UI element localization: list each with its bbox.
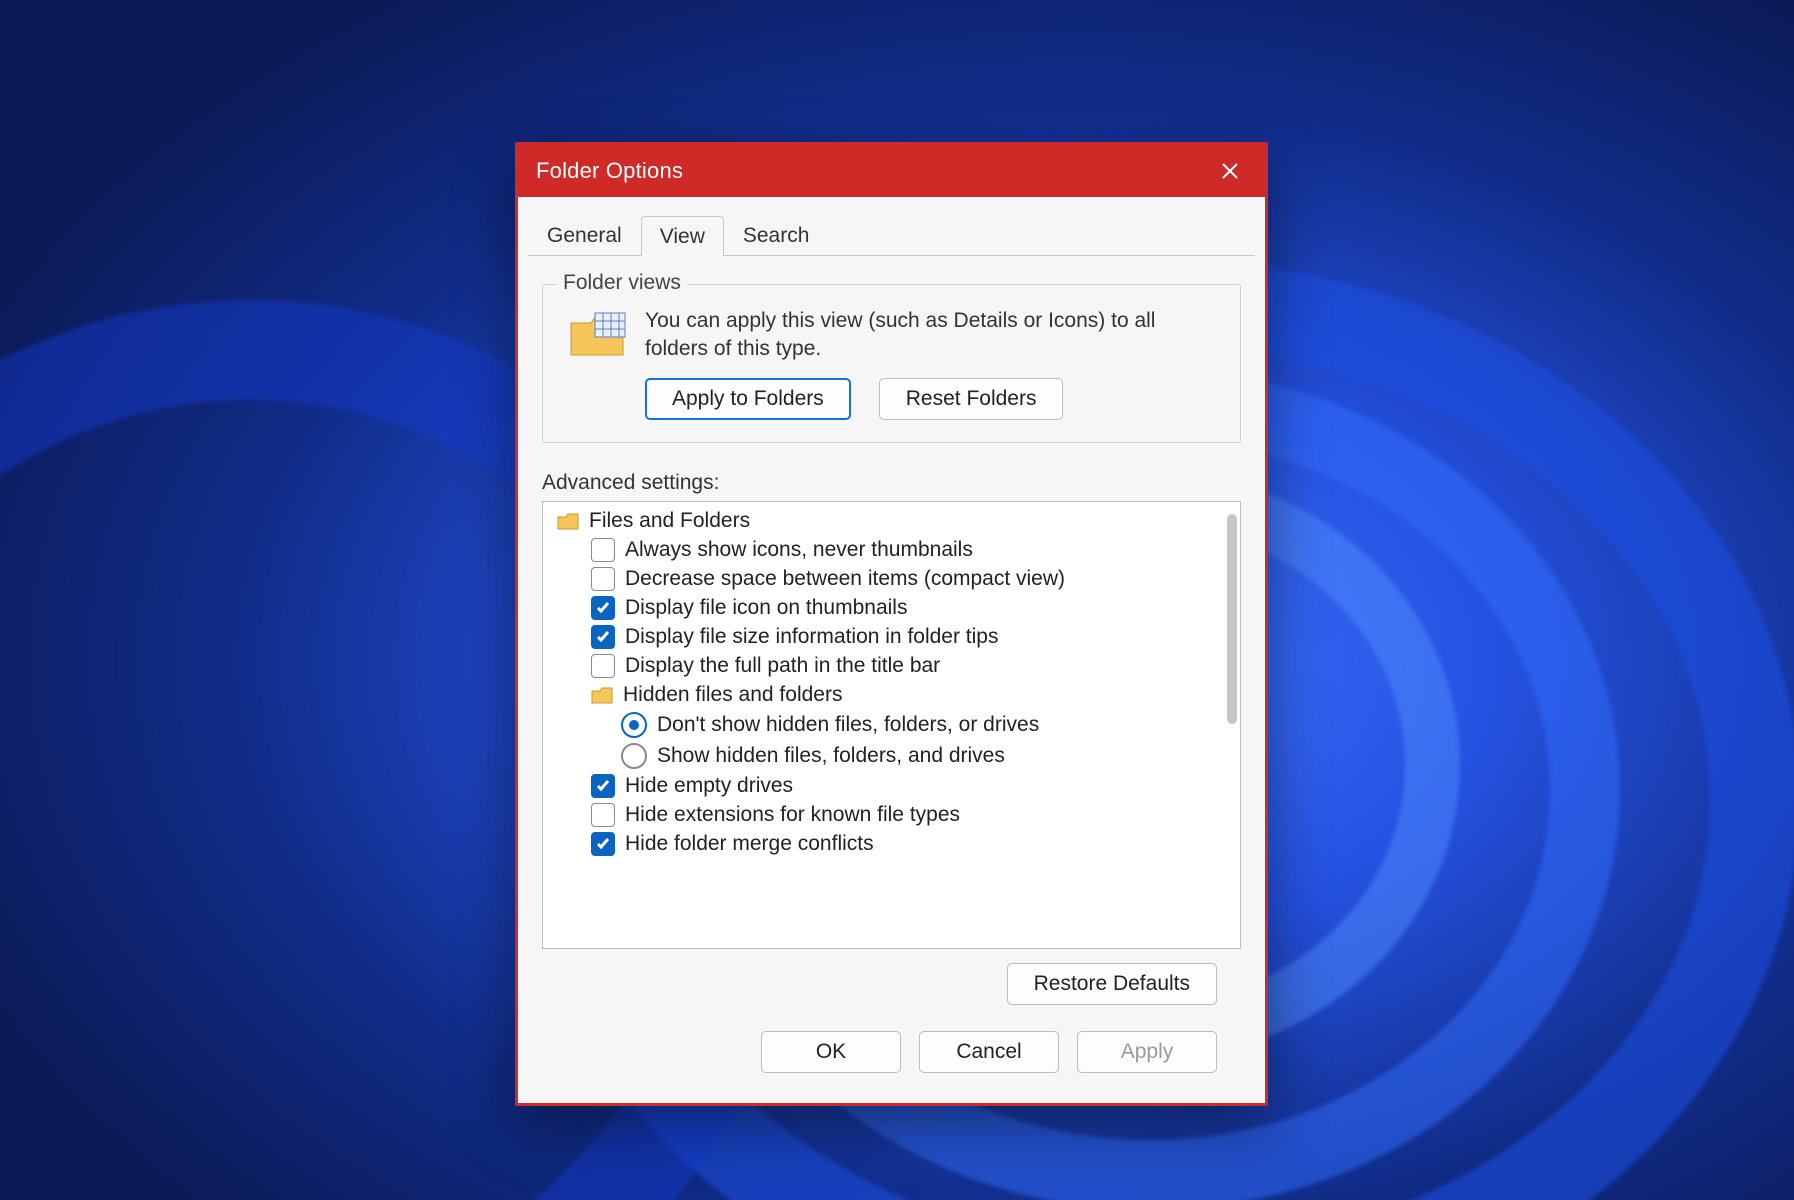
- folder-options-dialog: Folder Options General View Search Folde…: [515, 142, 1268, 1106]
- tree-subgroup-label: Hidden files and folders: [623, 683, 842, 707]
- restore-defaults-button[interactable]: Restore Defaults: [1007, 963, 1217, 1005]
- tree-item-label: Hide folder merge conflicts: [625, 832, 874, 856]
- folder-views-description: You can apply this view (such as Details…: [645, 307, 1216, 364]
- folder-icon: [591, 686, 613, 704]
- folder-details-icon: [567, 309, 627, 361]
- close-button[interactable]: [1207, 151, 1253, 191]
- radio[interactable]: [621, 712, 647, 738]
- tree-root[interactable]: Files and Folders: [549, 506, 1222, 535]
- tab-body-view: Folder views You can apply this view (su…: [518, 256, 1265, 1103]
- tree-item[interactable]: Hide folder merge conflicts: [549, 829, 1222, 858]
- tree-item[interactable]: Hide extensions for known file types: [549, 800, 1222, 829]
- tree-item[interactable]: Hide empty drives: [549, 771, 1222, 800]
- tree-item[interactable]: Display the full path in the title bar: [549, 651, 1222, 680]
- tree-radio-label: Show hidden files, folders, and drives: [657, 744, 1005, 768]
- tree-item-label: Display file icon on thumbnails: [625, 596, 907, 620]
- tree-item-label: Display the full path in the title bar: [625, 654, 940, 678]
- checkbox[interactable]: [591, 832, 615, 856]
- tree-item[interactable]: Decrease space between items (compact vi…: [549, 564, 1222, 593]
- tree-item-label: Display file size information in folder …: [625, 625, 999, 649]
- checkbox[interactable]: [591, 538, 615, 562]
- tab-search[interactable]: Search: [724, 215, 829, 255]
- radio[interactable]: [621, 743, 647, 769]
- ok-button[interactable]: OK: [761, 1031, 901, 1073]
- scrollbar-thumb[interactable]: [1227, 514, 1237, 724]
- tree-radio-option[interactable]: Show hidden files, folders, and drives: [549, 740, 1222, 771]
- folder-icon: [557, 512, 579, 530]
- tree-item-label: Hide empty drives: [625, 774, 793, 798]
- desktop-wallpaper: Folder Options General View Search Folde…: [0, 0, 1794, 1200]
- tree-item[interactable]: Display file icon on thumbnails: [549, 593, 1222, 622]
- advanced-settings-list[interactable]: Files and Folders Always show icons, nev…: [542, 501, 1241, 949]
- tree-subgroup[interactable]: Hidden files and folders: [549, 680, 1222, 709]
- reset-folders-button[interactable]: Reset Folders: [879, 378, 1064, 420]
- checkbox[interactable]: [591, 625, 615, 649]
- folder-views-group: Folder views You can apply this view (su…: [542, 284, 1241, 443]
- window-title: Folder Options: [536, 158, 1207, 184]
- tree-item-label: Decrease space between items (compact vi…: [625, 567, 1065, 591]
- tab-bar: General View Search: [518, 197, 1265, 255]
- apply-to-folders-button[interactable]: Apply to Folders: [645, 378, 851, 420]
- checkbox[interactable]: [591, 774, 615, 798]
- tab-view[interactable]: View: [641, 216, 724, 256]
- checkbox[interactable]: [591, 803, 615, 827]
- tab-general[interactable]: General: [528, 215, 641, 255]
- tree-item[interactable]: Display file size information in folder …: [549, 622, 1222, 651]
- checkbox[interactable]: [591, 654, 615, 678]
- checkbox[interactable]: [591, 567, 615, 591]
- group-legend: Folder views: [557, 271, 687, 295]
- advanced-settings-label: Advanced settings:: [542, 471, 1241, 495]
- tree-root-label: Files and Folders: [589, 509, 750, 533]
- checkbox[interactable]: [591, 596, 615, 620]
- tree-item-label: Hide extensions for known file types: [625, 803, 960, 827]
- apply-button[interactable]: Apply: [1077, 1031, 1217, 1073]
- tree-radio-option[interactable]: Don't show hidden files, folders, or dri…: [549, 709, 1222, 740]
- tree-item-label: Always show icons, never thumbnails: [625, 538, 973, 562]
- cancel-button[interactable]: Cancel: [919, 1031, 1059, 1073]
- titlebar[interactable]: Folder Options: [518, 145, 1265, 197]
- tree-radio-label: Don't show hidden files, folders, or dri…: [657, 713, 1039, 737]
- close-icon: [1221, 162, 1239, 180]
- tree-item[interactable]: Always show icons, never thumbnails: [549, 535, 1222, 564]
